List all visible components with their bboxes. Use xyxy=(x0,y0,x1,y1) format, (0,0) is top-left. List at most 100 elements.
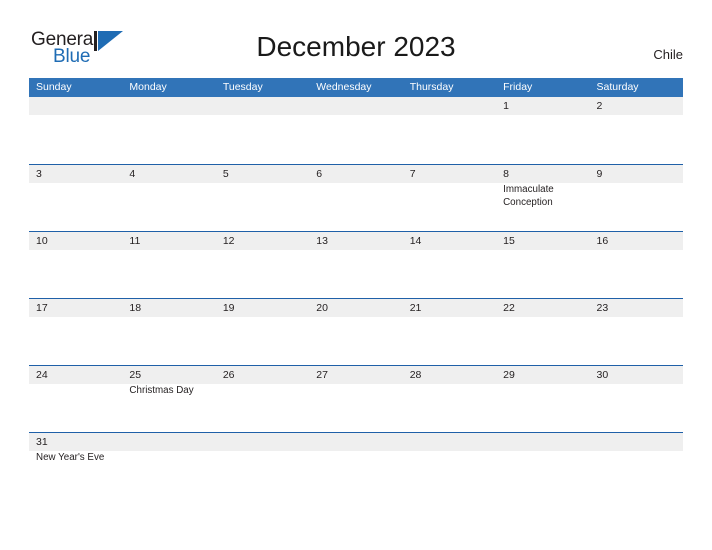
day-cell[interactable]: 22 xyxy=(496,299,589,365)
day-cell[interactable]: 11 xyxy=(122,232,215,298)
day-cell[interactable]: 14 xyxy=(403,232,496,298)
day-number: 5 xyxy=(222,168,229,180)
day-cell-strip: 3 4 5 6 7 8 Immaculate Conception 9 xyxy=(29,165,683,231)
day-cell[interactable]: 3 xyxy=(29,165,122,231)
day-cell[interactable]: 1 xyxy=(496,97,589,164)
day-number: 22 xyxy=(503,302,515,314)
day-cell[interactable]: 31 New Year's Eve xyxy=(29,433,122,477)
day-cell[interactable]: 29 xyxy=(496,366,589,432)
day-cell[interactable]: 21 xyxy=(403,299,496,365)
day-cell[interactable]: 23 xyxy=(590,299,683,365)
day-number: 20 xyxy=(316,302,328,314)
day-cell[interactable]: 8 Immaculate Conception xyxy=(496,165,589,231)
day-number: 1 xyxy=(503,100,509,112)
day-cell[interactable]: 10 xyxy=(29,232,122,298)
day-cell[interactable]: 15 xyxy=(496,232,589,298)
day-number xyxy=(316,433,398,451)
day-number: 19 xyxy=(222,302,235,314)
day-cell-strip: 10 11 12 13 14 15 16 xyxy=(29,232,683,298)
holiday-event: Christmas Day xyxy=(129,385,194,396)
day-number: 18 xyxy=(129,302,142,314)
day-cell[interactable]: 20 xyxy=(309,299,402,365)
day-cell[interactable]: 25 Christmas Day xyxy=(122,366,215,432)
day-cell-empty xyxy=(496,433,589,477)
weekday-header-thursday: Thursday xyxy=(409,81,454,93)
calendar-week-row: 17 18 19 20 21 22 23 xyxy=(29,298,683,365)
day-number xyxy=(223,433,305,451)
day-cell[interactable]: 17 xyxy=(29,299,122,365)
day-number: 12 xyxy=(222,235,235,247)
day-number: 25 xyxy=(129,369,142,381)
day-number xyxy=(129,97,211,115)
day-number: 7 xyxy=(409,168,416,180)
day-number: 2 xyxy=(596,100,603,112)
calendar-week-row: 31 New Year's Eve xyxy=(29,432,683,477)
day-cell-empty xyxy=(403,433,496,477)
day-number xyxy=(410,433,492,451)
calendar-week-row: 3 4 5 6 7 8 Immaculate Conception 9 xyxy=(29,164,683,231)
weekday-header-friday: Friday xyxy=(503,81,533,93)
day-cell-empty xyxy=(122,433,215,477)
day-cell[interactable]: 30 xyxy=(590,366,683,432)
day-cell[interactable]: 18 xyxy=(122,299,215,365)
day-cell[interactable]: 16 xyxy=(590,232,683,298)
day-cell[interactable]: 13 xyxy=(309,232,402,298)
day-cell[interactable]: 2 xyxy=(590,97,683,164)
day-number: 29 xyxy=(503,369,515,381)
day-cell[interactable]: 9 xyxy=(590,165,683,231)
day-number: 3 xyxy=(36,168,42,180)
day-number xyxy=(410,97,492,115)
day-cell-strip: 12 xyxy=(29,97,683,164)
weekday-header-wednesday: Wednesday xyxy=(316,81,372,93)
day-cell[interactable]: 19 xyxy=(216,299,309,365)
day-number: 13 xyxy=(316,235,328,247)
day-number: 24 xyxy=(36,369,48,381)
day-number: 15 xyxy=(503,235,515,247)
day-number: 9 xyxy=(596,168,603,180)
calendar-week-row: 24 25 Christmas Day 26 27 28 29 30 xyxy=(29,365,683,432)
day-cell-empty xyxy=(309,97,402,164)
day-number: 23 xyxy=(596,302,609,314)
day-cell[interactable]: 7 xyxy=(403,165,496,231)
country-label: Chile xyxy=(653,47,683,62)
calendar-week-row: 10 11 12 13 14 15 16 xyxy=(29,231,683,298)
day-number: 6 xyxy=(316,168,323,180)
calendar-page: General Blue December 2023 Chile Sunday … xyxy=(0,0,712,550)
day-cell[interactable]: 5 xyxy=(216,165,309,231)
day-number: 11 xyxy=(129,235,141,247)
weekday-header-sunday: Sunday xyxy=(36,81,72,93)
day-number xyxy=(503,433,585,451)
calendar-grid: Sunday Monday Tuesday Wednesday Thursday… xyxy=(29,78,683,477)
day-cell-strip: 24 25 Christmas Day 26 27 28 29 30 xyxy=(29,366,683,432)
day-cell-empty xyxy=(309,433,402,477)
day-cell[interactable]: 6 xyxy=(309,165,402,231)
weekday-header-row: Sunday Monday Tuesday Wednesday Thursday… xyxy=(29,78,683,97)
day-cell-empty xyxy=(216,433,309,477)
day-cell-empty xyxy=(29,97,122,164)
day-events: New Year's Eve xyxy=(36,452,118,465)
day-cell-empty xyxy=(590,433,683,477)
day-number xyxy=(36,97,118,115)
day-cell[interactable]: 28 xyxy=(403,366,496,432)
day-number: 31 xyxy=(36,436,48,448)
day-cell-empty xyxy=(122,97,215,164)
weekday-header-tuesday: Tuesday xyxy=(222,81,263,93)
day-cell[interactable]: 4 xyxy=(122,165,215,231)
day-number xyxy=(223,97,305,115)
day-events: Immaculate Conception xyxy=(503,184,585,209)
day-number xyxy=(316,97,398,115)
day-number: 16 xyxy=(596,235,609,247)
day-cell-empty xyxy=(403,97,496,164)
day-cell[interactable]: 27 xyxy=(309,366,402,432)
day-number: 10 xyxy=(36,235,48,247)
day-number: 26 xyxy=(222,369,235,381)
day-cell-strip: 31 New Year's Eve xyxy=(29,433,683,477)
calendar-week-row: 12 xyxy=(29,97,683,164)
weekday-header-saturday: Saturday xyxy=(596,81,639,93)
calendar-weeks: 1 2 3 4 5 6 7 8 Immaculate Conception 9 10 11 12 13 14… xyxy=(29,97,683,477)
day-cell[interactable]: 12 xyxy=(216,232,309,298)
day-number: 17 xyxy=(36,302,48,314)
day-cell[interactable]: 26 xyxy=(216,366,309,432)
day-number: 4 xyxy=(129,168,136,180)
day-cell[interactable]: 24 xyxy=(29,366,122,432)
